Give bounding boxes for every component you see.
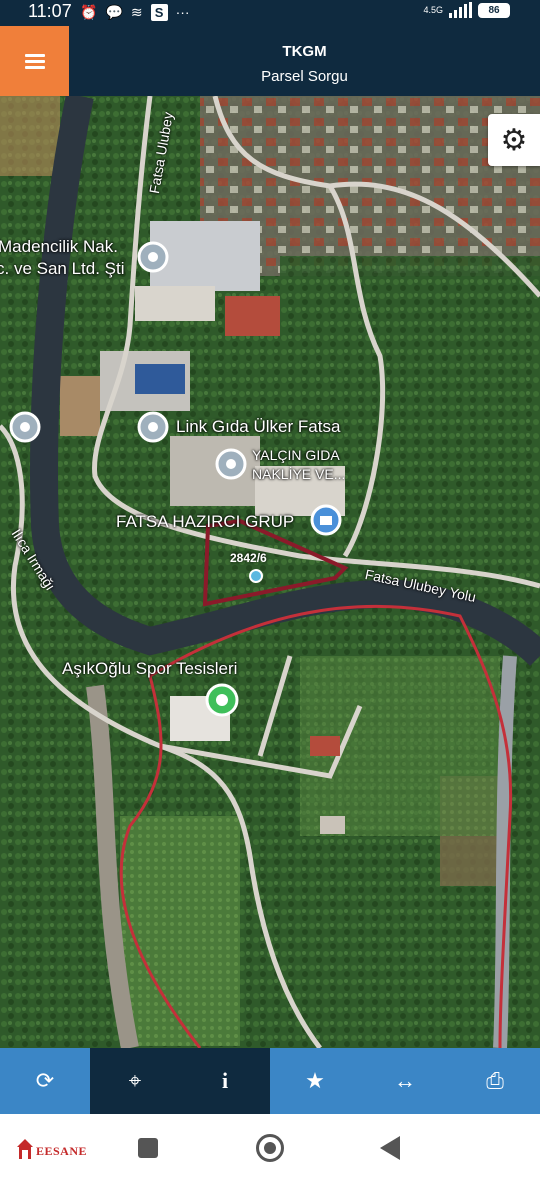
- status-time: 11:07: [28, 1, 72, 21]
- recents-button[interactable]: [138, 1138, 158, 1158]
- home-button[interactable]: [256, 1134, 284, 1162]
- status-bar: 11:07 ⏰ 💬 ≋ S ··· 4.5G 86: [0, 0, 540, 26]
- chat-icon: 💬: [105, 4, 123, 20]
- refresh-icon: ⟳: [35, 1068, 55, 1093]
- parcel-label: 2842/6: [230, 551, 267, 565]
- parcel-point-icon: [249, 569, 263, 583]
- favorite-button[interactable]: ★: [270, 1048, 360, 1114]
- printer-icon: ⎙: [486, 1068, 504, 1093]
- brand-logo: EESANE: [14, 1138, 92, 1162]
- settings-button[interactable]: ⚙: [488, 114, 540, 166]
- print-button[interactable]: ⎙: [450, 1048, 540, 1114]
- gear-icon: ⚙: [500, 123, 528, 157]
- menu-button[interactable]: [0, 26, 69, 96]
- info-icon: i: [221, 1068, 229, 1093]
- status-notification-icons: ⏰ 💬 ≋ S ···: [80, 3, 190, 21]
- system-nav-bar: EESANE: [0, 1114, 540, 1180]
- house-logo-icon: [17, 1139, 33, 1159]
- arrows-horizontal-icon: ↔: [394, 1068, 416, 1093]
- back-button[interactable]: [380, 1136, 400, 1160]
- alarm-icon: ⏰: [80, 4, 98, 20]
- brand-text: EESANE: [36, 1144, 88, 1158]
- s-app-icon: S: [150, 3, 168, 21]
- layers-icon: ≋: [130, 4, 143, 20]
- more-dots-icon: ···: [175, 4, 190, 20]
- app-title: TKGM: [282, 43, 327, 60]
- refresh-button[interactable]: ⟳: [0, 1048, 90, 1114]
- signal-icon: [449, 2, 472, 18]
- satellite-map[interactable]: ⚙ Madencilik Nak. c. ve San Ltd. Şti Lin…: [0, 96, 540, 1048]
- app-header: TKGM Parsel Sorgu: [0, 26, 540, 96]
- app-subtitle: Parsel Sorgu: [261, 68, 348, 85]
- star-icon: ★: [305, 1068, 325, 1093]
- poi-label-yalcin: YALÇIN GIDA: [252, 447, 340, 463]
- poi-label-hazirci: FATSA HAZIRCI GRUP: [116, 512, 295, 531]
- poi-label-yalcin-2: NAKLİYE VE...: [252, 466, 346, 482]
- poi-label-asikoglu: AşıkOğlu Spor Tesisleri: [62, 659, 238, 678]
- poi-label-link: Link Gıda Ülker Fatsa: [176, 417, 341, 436]
- poi-label-madencilik-2: c. ve San Ltd. Şti: [0, 259, 125, 278]
- locate-button[interactable]: ⌖: [90, 1048, 180, 1114]
- map-toolbar: ⟳ ⌖ i ★ ↔ ⎙: [0, 1048, 540, 1114]
- status-right: 4.5G 86: [423, 2, 510, 18]
- crosshair-icon: ⌖: [128, 1068, 142, 1093]
- poi-label-madencilik: Madencilik Nak.: [0, 237, 118, 256]
- measure-button[interactable]: ↔: [360, 1048, 450, 1114]
- hamburger-icon: [24, 51, 45, 72]
- battery-icon: 86: [478, 2, 510, 18]
- network-type: 4.5G: [423, 5, 443, 15]
- info-button[interactable]: i: [180, 1048, 270, 1114]
